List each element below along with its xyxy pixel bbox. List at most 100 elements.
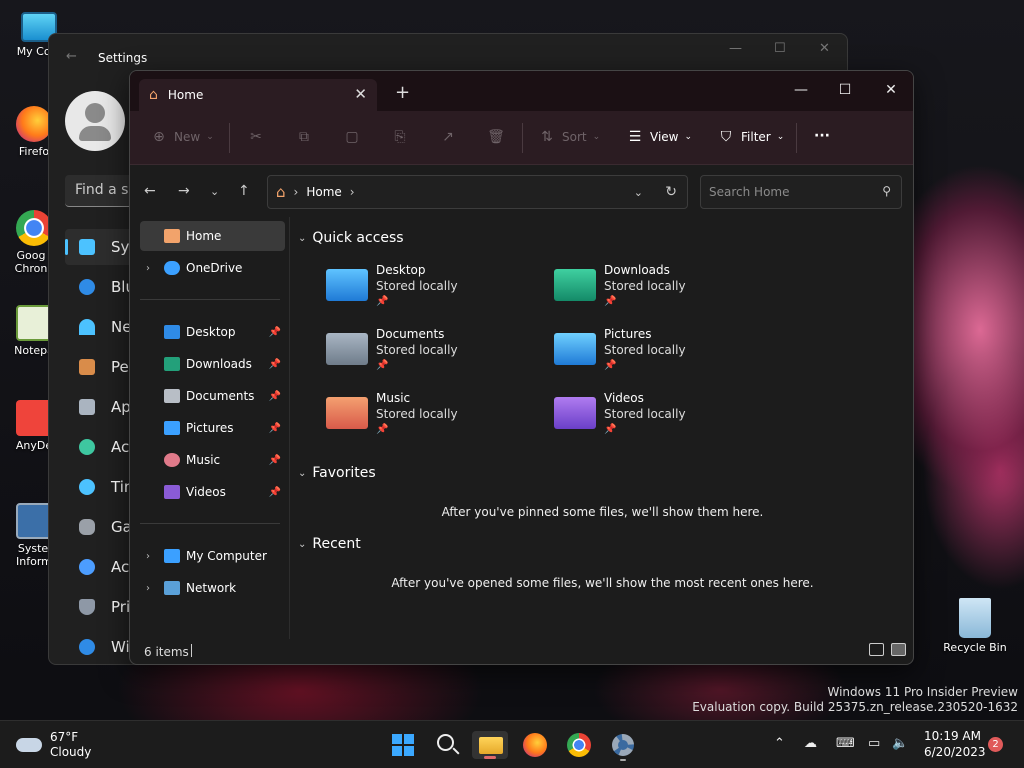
settings-taskbar-button[interactable] bbox=[609, 731, 637, 761]
desktop-icon-recycle-bin[interactable]: Recycle Bin bbox=[942, 598, 1008, 654]
pin-icon[interactable]: 📌 bbox=[269, 423, 281, 434]
start-button[interactable] bbox=[389, 731, 417, 759]
computer-icon bbox=[164, 549, 180, 563]
nav-item-network[interactable]: › Network bbox=[140, 573, 285, 603]
view-list-icon: ☰ bbox=[628, 129, 642, 145]
pin-icon[interactable]: 📌 bbox=[269, 327, 281, 338]
download-icon bbox=[164, 357, 180, 371]
minimize-icon[interactable]: — bbox=[729, 41, 742, 56]
more-options-button[interactable]: ··· bbox=[814, 128, 830, 144]
user-avatar[interactable] bbox=[65, 91, 125, 151]
copy-icon: ⧉ bbox=[299, 129, 309, 145]
expand-chevron-icon[interactable]: › bbox=[146, 583, 150, 594]
pin-icon: 📌 bbox=[604, 296, 617, 307]
pin-icon: 📌 bbox=[376, 296, 389, 307]
folder-desktop[interactable]: Desktop Stored locally 📌 bbox=[326, 263, 526, 323]
nav-item-home[interactable]: Home bbox=[140, 221, 285, 251]
view-button[interactable]: ☰ View ⌄ bbox=[626, 128, 692, 146]
address-dropdown-icon[interactable]: ⌄ bbox=[634, 186, 643, 199]
refresh-icon[interactable]: ↻ bbox=[665, 184, 677, 200]
nav-item-onedrive[interactable]: › OneDrive bbox=[140, 253, 285, 283]
folder-downloads[interactable]: Downloads Stored locally 📌 bbox=[554, 263, 754, 323]
document-icon bbox=[164, 389, 180, 403]
expand-chevron-icon[interactable]: › bbox=[146, 263, 150, 274]
pin-icon[interactable]: 📌 bbox=[269, 359, 281, 370]
active-indicator bbox=[484, 756, 496, 759]
tab-home[interactable]: ⌂ Home ✕ bbox=[139, 79, 377, 111]
music-icon bbox=[164, 453, 180, 467]
section-recent[interactable]: ⌄ Recent bbox=[298, 536, 361, 552]
collapse-chevron-icon: ⌄ bbox=[298, 538, 307, 550]
delete-button[interactable]: 🗑 bbox=[487, 128, 505, 146]
trash-icon: 🗑 bbox=[487, 129, 505, 145]
back-arrow-icon[interactable]: ← bbox=[144, 183, 156, 199]
show-hidden-icons-chevron-icon[interactable]: ⌃ bbox=[774, 736, 785, 751]
cloud-icon bbox=[16, 738, 42, 752]
weather-widget[interactable]: 67°F Cloudy bbox=[16, 729, 91, 761]
new-tab-button[interactable]: + bbox=[395, 82, 410, 103]
filter-button[interactable]: ⛉ Filter ⌄ bbox=[717, 128, 785, 146]
nav-item-desktop[interactable]: Desktop 📌 bbox=[140, 317, 285, 347]
firefox-icon bbox=[523, 733, 547, 757]
forward-arrow-icon[interactable]: → bbox=[178, 183, 190, 199]
nav-item-my-computer[interactable]: › My Computer bbox=[140, 541, 285, 571]
up-arrow-icon[interactable]: ↑ bbox=[238, 183, 250, 199]
folder-pictures[interactable]: Pictures Stored locally 📌 bbox=[554, 327, 754, 387]
address-bar[interactable]: ⌂ › Home › ⌄ ↻ bbox=[267, 175, 688, 209]
rename-button[interactable]: ⎘ bbox=[391, 128, 409, 146]
section-quick-access[interactable]: ⌄ Quick access bbox=[298, 230, 404, 246]
close-icon[interactable]: ✕ bbox=[871, 76, 911, 104]
brush-icon bbox=[79, 359, 95, 375]
search-input[interactable]: Search Home ⚲ bbox=[700, 175, 902, 209]
file-explorer-taskbar-button[interactable] bbox=[472, 731, 508, 759]
keyboard-icon[interactable]: ⌨ bbox=[836, 736, 855, 751]
close-icon[interactable]: ✕ bbox=[819, 41, 830, 56]
tiles-view-icon[interactable] bbox=[891, 643, 906, 656]
paste-button[interactable]: ▢ bbox=[343, 128, 361, 146]
back-arrow-icon[interactable]: ← bbox=[66, 49, 77, 64]
folder-videos[interactable]: Videos Stored locally 📌 bbox=[554, 391, 754, 451]
music-folder-icon bbox=[326, 397, 368, 429]
copy-button[interactable]: ⧉ bbox=[295, 128, 313, 146]
folder-documents[interactable]: Documents Stored locally 📌 bbox=[326, 327, 526, 387]
nav-item-documents[interactable]: Documents 📌 bbox=[140, 381, 285, 411]
shield-icon bbox=[79, 599, 95, 615]
cut-button[interactable]: ✂ bbox=[247, 128, 265, 146]
clock[interactable]: 10:19 AM 6/20/2023 bbox=[924, 728, 986, 760]
maximize-icon[interactable]: ☐ bbox=[774, 41, 786, 56]
nav-item-pictures[interactable]: Pictures 📌 bbox=[140, 413, 285, 443]
volume-icon[interactable]: 🔈 bbox=[892, 736, 908, 751]
expand-chevron-icon[interactable]: › bbox=[146, 551, 150, 562]
pin-icon[interactable]: 📌 bbox=[269, 455, 281, 466]
search-button[interactable] bbox=[433, 731, 461, 759]
nav-item-videos[interactable]: Videos 📌 bbox=[140, 477, 285, 507]
details-view-icon[interactable] bbox=[869, 643, 884, 656]
minimize-icon[interactable]: — bbox=[781, 76, 821, 104]
folder-music[interactable]: Music Stored locally 📌 bbox=[326, 391, 526, 451]
recent-locations-chevron-icon[interactable]: ⌄ bbox=[210, 185, 219, 198]
scissors-icon: ✂ bbox=[250, 129, 262, 145]
chrome-taskbar-button[interactable] bbox=[565, 731, 593, 759]
notification-badge[interactable]: 2 bbox=[988, 737, 1003, 752]
pin-icon[interactable]: 📌 bbox=[269, 487, 281, 498]
status-divider bbox=[191, 644, 192, 657]
firefox-taskbar-button[interactable] bbox=[521, 731, 549, 759]
navigation-pane: Home › OneDrive Desktop 📌 Downloads 📌 Docum… bbox=[130, 217, 290, 639]
breadcrumb-home[interactable]: Home bbox=[306, 185, 341, 199]
pin-icon: 📌 bbox=[376, 424, 389, 435]
file-explorer-window[interactable]: ⌂ Home ✕ + — ☐ ✕ ⊕ New ⌄ ✂ ⧉ ▢ ⎘ ↗ 🗑 ⇅ Sort… bbox=[129, 70, 914, 665]
nav-item-music[interactable]: Music 📌 bbox=[140, 445, 285, 475]
desktop-folder-icon bbox=[326, 269, 368, 301]
system-icon bbox=[79, 239, 95, 255]
new-button[interactable]: ⊕ New ⌄ bbox=[150, 128, 214, 146]
network-icon[interactable]: ▭ bbox=[868, 736, 880, 751]
sort-button[interactable]: ⇅ Sort ⌄ bbox=[538, 128, 600, 146]
maximize-icon[interactable]: ☐ bbox=[825, 76, 865, 104]
home-icon bbox=[164, 229, 180, 243]
nav-item-downloads[interactable]: Downloads 📌 bbox=[140, 349, 285, 379]
share-button[interactable]: ↗ bbox=[439, 128, 457, 146]
onedrive-offline-icon[interactable]: ☁ bbox=[804, 736, 817, 751]
tab-close-icon[interactable]: ✕ bbox=[354, 85, 367, 103]
section-favorites[interactable]: ⌄ Favorites bbox=[298, 465, 376, 481]
pin-icon[interactable]: 📌 bbox=[269, 391, 281, 402]
